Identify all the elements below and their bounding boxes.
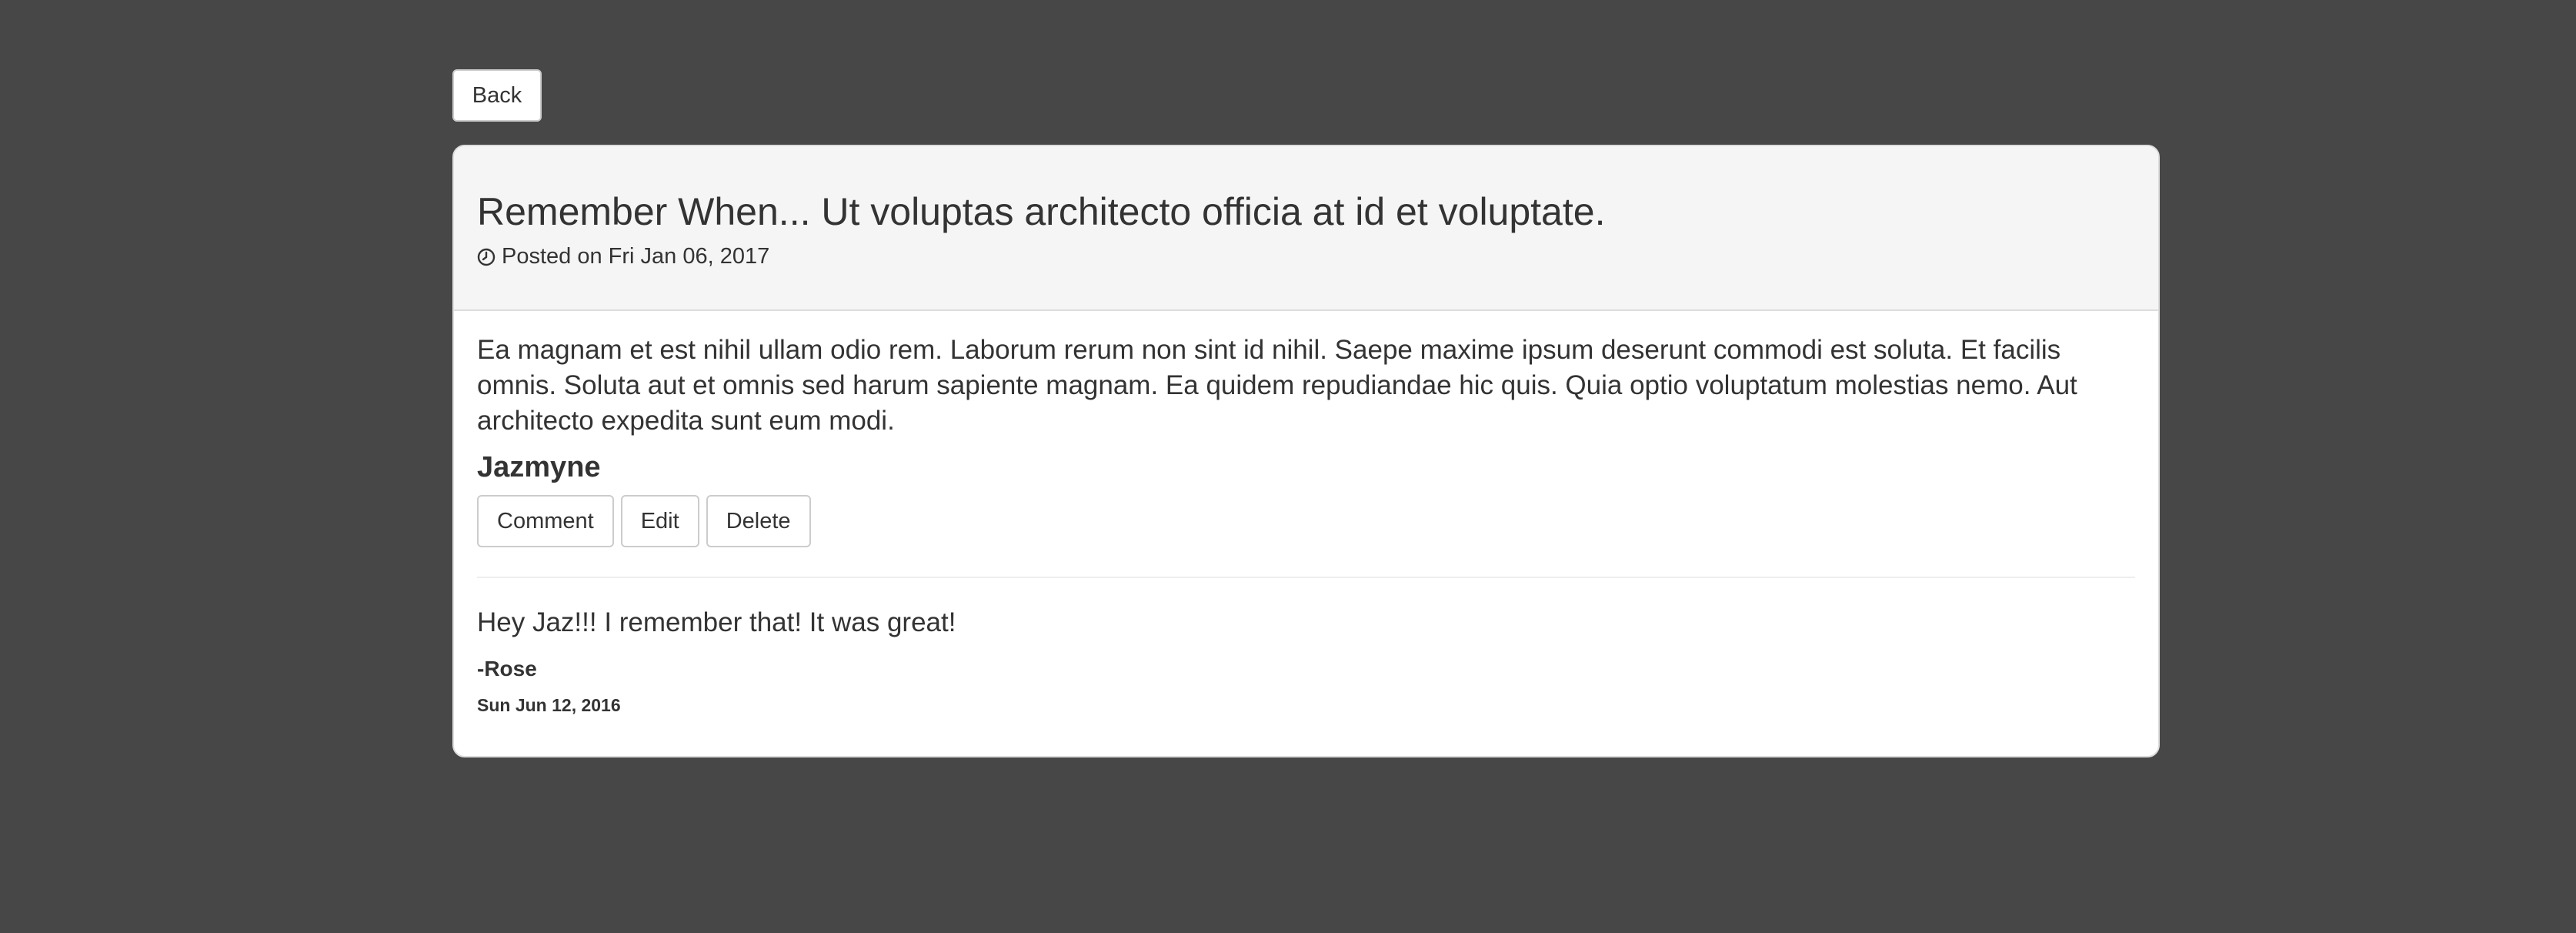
clock-icon (477, 248, 496, 266)
post-title: Remember When... Ut voluptas architecto … (477, 190, 1606, 233)
comment-date: Sun Jun 12, 2016 (477, 695, 621, 715)
comment-text: Hey Jaz!!! I remember that! It was great… (477, 607, 956, 637)
post-actions: Comment Edit Delete (477, 495, 2135, 547)
post-date-text: Posted on Fri Jan 06, 2017 (502, 244, 770, 269)
post-body: Ea magnam et est nihil ullam odio rem. L… (477, 335, 2077, 436)
post-content: Ea magnam et est nihil ullam odio rem. L… (454, 311, 2158, 716)
post-panel: Remember When... Ut voluptas architecto … (452, 145, 2160, 757)
comment-item: Hey Jaz!!! I remember that! It was great… (477, 578, 2135, 716)
post-header: Remember When... Ut voluptas architecto … (454, 146, 2158, 311)
post-author: Jazmyne (477, 451, 601, 483)
comment-author: -Rose (477, 657, 537, 681)
post-date: Posted on Fri Jan 06, 2017 (477, 244, 2135, 269)
edit-button[interactable]: Edit (620, 495, 699, 547)
comment-button[interactable]: Comment (477, 495, 614, 547)
delete-button[interactable]: Delete (706, 495, 811, 547)
back-button[interactable]: Back (452, 69, 542, 122)
